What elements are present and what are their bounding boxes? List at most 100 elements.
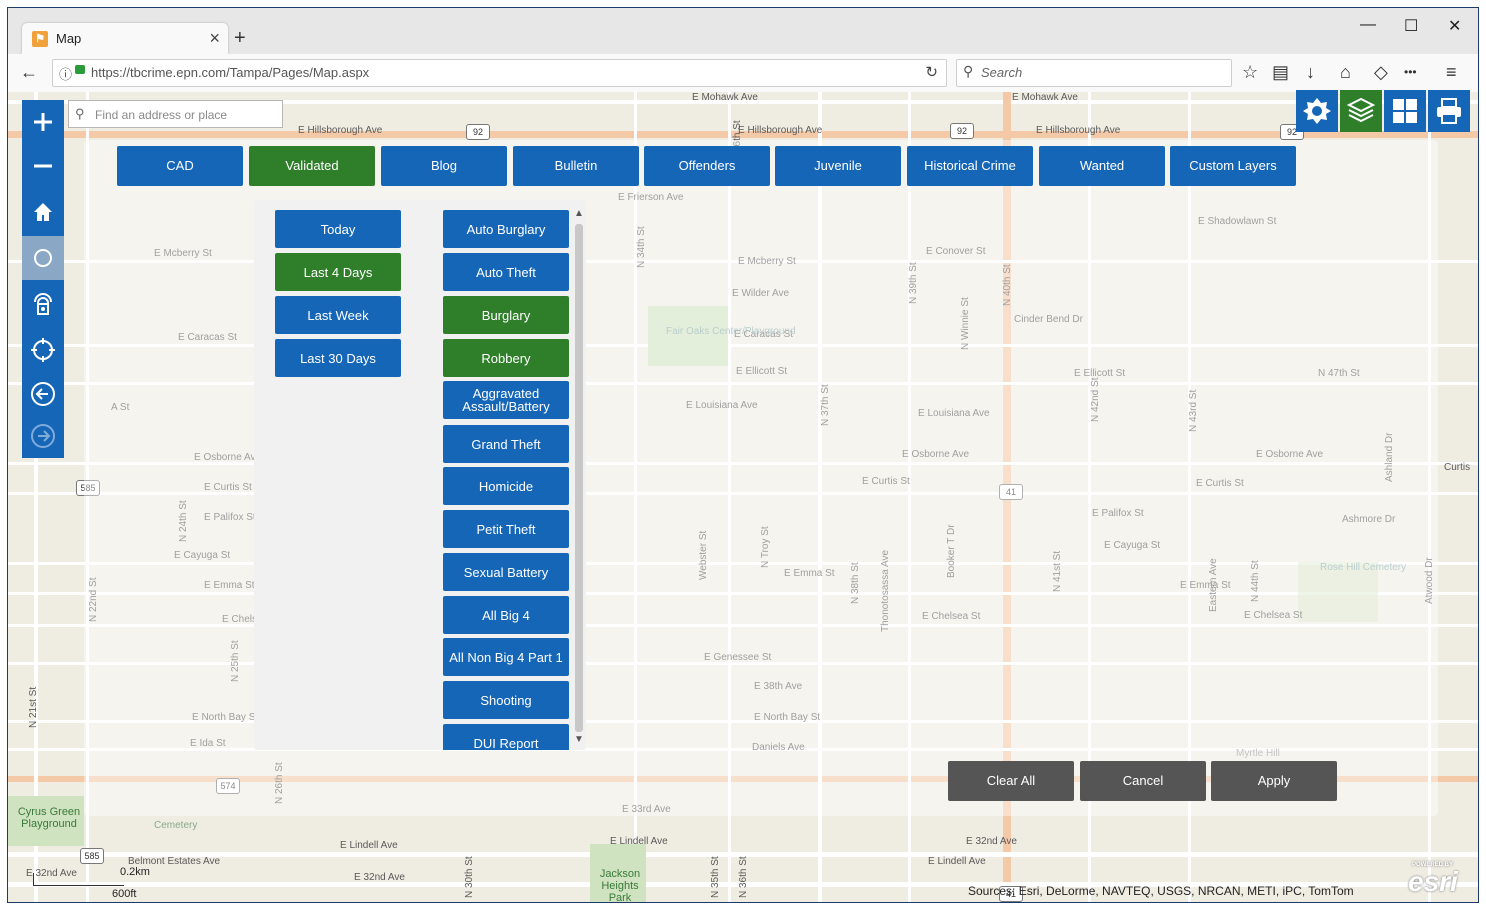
route-shield: 92 (466, 124, 490, 140)
home-button[interactable] (22, 190, 64, 234)
crime-type-robbery[interactable]: Robbery (443, 339, 569, 377)
reader-list-icon[interactable]: ▤ (1272, 62, 1289, 82)
tab-wanted[interactable]: Wanted (1039, 146, 1165, 186)
date-filter-last-30-days[interactable]: Last 30 Days (275, 339, 401, 377)
favicon-icon: ⚑ (32, 31, 48, 47)
cancel-button[interactable]: Cancel (1080, 761, 1206, 801)
crime-type-shooting[interactable]: Shooting (443, 681, 569, 719)
map-toolbar (22, 100, 64, 458)
street-view-button[interactable] (22, 236, 64, 280)
browser-tab[interactable]: ⚑ Map × (22, 23, 228, 54)
locate-icon (34, 293, 52, 315)
tab-title: Map (56, 31, 82, 46)
crime-type-auto-burglary[interactable]: Auto Burglary (443, 210, 569, 248)
street-label: E Mohawk Ave (692, 92, 758, 103)
crime-type-all-non-big-4[interactable]: All Non Big 4 Part 1 (443, 638, 569, 676)
apply-button[interactable]: Apply (1211, 761, 1337, 801)
find-address-input[interactable]: ⚲ Find an address or place (68, 100, 283, 128)
tab-blog[interactable]: Blog (381, 146, 507, 186)
url-bar[interactable]: ⓘ https://tbcrime.epn.com/Tampa/Pages/Ma… (52, 59, 947, 87)
tab-custom-layers[interactable]: Custom Layers (1170, 146, 1296, 186)
police-layer-button[interactable] (1296, 90, 1338, 132)
pocket-icon[interactable]: ◇ (1374, 62, 1388, 82)
previous-extent-button[interactable] (22, 372, 64, 416)
search-icon: ⚲ (963, 63, 974, 79)
tab-bulletin[interactable]: Bulletin (513, 146, 639, 186)
clear-all-button[interactable]: Clear All (948, 761, 1074, 801)
street-label: E Lindell Ave (610, 836, 668, 847)
date-filter-last-4-days[interactable]: Last 4 Days (275, 253, 401, 291)
crime-type-sexual-battery[interactable]: Sexual Battery (443, 553, 569, 591)
tab-cad[interactable]: CAD (117, 146, 243, 186)
park-label: Cyrus Green Playground (17, 806, 81, 830)
date-filter-last-week[interactable]: Last Week (275, 296, 401, 334)
overflow-icon[interactable]: ••• (1404, 62, 1417, 82)
street-view-icon (34, 249, 52, 267)
layers-button[interactable] (1340, 90, 1382, 132)
crime-type-grand-theft[interactable]: Grand Theft (443, 425, 569, 463)
crime-type-dui-report[interactable]: DUI Report (443, 724, 569, 750)
crosshair-icon (31, 338, 55, 362)
print-button[interactable] (1428, 90, 1470, 132)
street-label: E Mohawk Ave (1012, 92, 1078, 103)
street-label: N 21st St (28, 686, 39, 728)
download-icon[interactable]: ↓ (1306, 62, 1315, 82)
park-label: Jackson Heights Park (599, 868, 641, 902)
crime-list-scrollbar[interactable]: ▲ ▼ (572, 206, 586, 750)
tab-historical-crime[interactable]: Historical Crime (907, 146, 1033, 186)
street-label: Curtis (1444, 462, 1471, 473)
tab-juvenile[interactable]: Juvenile (775, 146, 901, 186)
esri-logo-small: POWERED BY (1412, 862, 1454, 868)
scale-km: 0.2km (120, 866, 150, 878)
scale-ft: 600ft (112, 888, 137, 900)
basemap-button[interactable] (1384, 90, 1426, 132)
street-label: E Hillsborough Ave (298, 125, 383, 136)
zoom-out-button[interactable] (22, 144, 64, 188)
url-text[interactable]: https://tbcrime.epn.com/Tampa/Pages/Map.… (91, 65, 369, 80)
layers-icon (1346, 97, 1376, 123)
tab-bar: ⚑ Map × + — ☐ ✕ (8, 8, 1478, 54)
forward-icon (31, 424, 55, 448)
route-shield: 92 (950, 123, 974, 139)
map-attribution: Sources: Esri, DeLorme, NAVTEQ, USGS, NR… (968, 884, 1354, 898)
scroll-down-icon[interactable]: ▼ (572, 734, 586, 745)
browser-search-bar[interactable]: ⚲ Search (956, 59, 1232, 87)
tab-validated[interactable]: Validated (249, 146, 375, 186)
next-extent-button[interactable] (22, 414, 64, 458)
print-icon (1437, 98, 1461, 124)
scroll-up-icon[interactable]: ▲ (572, 208, 586, 219)
bookmark-star-icon[interactable]: ☆ (1242, 62, 1258, 82)
street-label: E 32nd Ave (354, 872, 405, 883)
new-tab-button[interactable]: + (234, 28, 246, 48)
home-browser-icon[interactable]: ⌂ (1340, 62, 1351, 82)
back-icon (31, 382, 55, 406)
crime-type-burglary[interactable]: Burglary (443, 296, 569, 334)
scrollbar-thumb[interactable] (575, 224, 583, 732)
crime-type-clip: DUI Report (443, 724, 569, 750)
minimize-button[interactable]: — (1360, 16, 1376, 34)
tab-offenders[interactable]: Offenders (644, 146, 770, 186)
crime-type-auto-theft[interactable]: Auto Theft (443, 253, 569, 291)
crime-type-all-big-4[interactable]: All Big 4 (443, 596, 569, 634)
back-arrow-icon[interactable]: ← (20, 62, 38, 82)
maximize-button[interactable]: ☐ (1404, 16, 1418, 36)
crime-type-petit-theft[interactable]: Petit Theft (443, 510, 569, 548)
grid-icon (1393, 99, 1417, 123)
crime-type-homicide[interactable]: Homicide (443, 467, 569, 505)
police-badge-icon (1303, 98, 1331, 124)
reload-icon[interactable]: ↻ (925, 63, 938, 81)
date-filter-today[interactable]: Today (275, 210, 401, 248)
zoom-in-button[interactable] (22, 100, 64, 144)
find-address-placeholder: Find an address or place (95, 108, 228, 122)
tab-close-icon[interactable]: × (209, 28, 220, 49)
crosshair-button[interactable] (22, 328, 64, 372)
street-label: E Hillsborough Ave (738, 125, 823, 136)
close-window-button[interactable]: ✕ (1448, 16, 1461, 36)
crime-type-aggravated-assault[interactable]: Aggravated Assault/Battery (443, 381, 569, 419)
menu-icon[interactable]: ≡ (1446, 62, 1457, 82)
street-label: N 36th St (738, 856, 749, 898)
esri-logo: POWERED BY esri (1408, 862, 1468, 897)
home-icon (34, 203, 52, 221)
info-icon[interactable]: ⓘ (59, 64, 72, 83)
locate-button[interactable] (22, 282, 64, 326)
